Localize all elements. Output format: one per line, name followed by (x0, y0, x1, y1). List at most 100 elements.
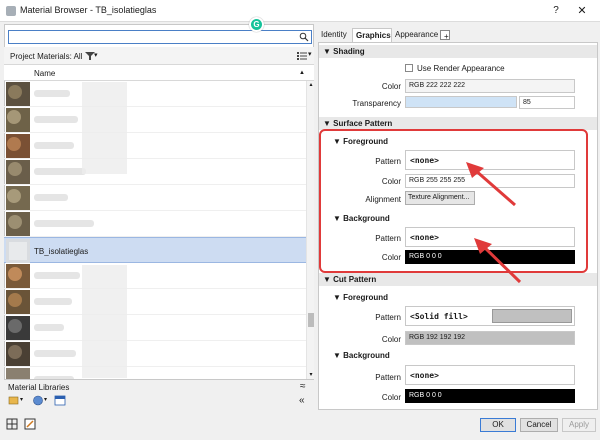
list-item[interactable] (4, 81, 306, 107)
list-item-selected[interactable]: TB_isolatieglas (4, 237, 306, 263)
chevron-down-icon[interactable]: ▾ (308, 50, 312, 58)
window-title: Material Browser - TB_isolatieglas (20, 5, 157, 15)
color-label: Color (381, 82, 401, 91)
list-item[interactable] (4, 185, 306, 211)
material-name-blurred (34, 90, 70, 97)
scroll-thumb[interactable] (308, 313, 314, 327)
background-subheader[interactable]: ▼ Background (331, 349, 589, 362)
material-name: TB_isolatieglas (34, 247, 89, 256)
cut-background-pattern-field[interactable]: <none> (405, 365, 575, 385)
list-item[interactable] (4, 107, 306, 133)
material-name-blurred (34, 220, 94, 227)
scroll-down-icon[interactable]: ▾ (307, 371, 315, 379)
material-name-blurred (34, 116, 78, 123)
material-thumbnail (6, 342, 30, 366)
color-label: Color (381, 335, 401, 344)
chevron-down-icon[interactable]: ▾ (44, 396, 47, 403)
sort-ascending-icon[interactable]: ▲ (299, 70, 305, 76)
app-icon (6, 6, 16, 16)
solid-fill-swatch (492, 309, 572, 323)
material-thumbnail (6, 82, 30, 106)
search-icon[interactable] (299, 32, 309, 42)
bottom-tools (4, 416, 44, 432)
apply-button[interactable]: Apply (562, 418, 596, 432)
material-name-blurred (34, 324, 64, 331)
grammarly-icon[interactable]: G (249, 17, 264, 32)
list-view-icon[interactable] (296, 51, 308, 61)
blurred-region (82, 82, 127, 174)
project-materials-bar: Project Materials: All ▾ ▾ (4, 47, 314, 65)
help-button[interactable]: ? (548, 3, 564, 19)
material-thumbnail (6, 368, 30, 379)
material-thumbnail (6, 290, 30, 314)
material-list: TB_isolatieglas (4, 81, 306, 379)
foreground-subheader[interactable]: ▼ Foreground (331, 291, 589, 304)
edit-icon[interactable] (24, 418, 36, 430)
list-item[interactable] (4, 341, 306, 367)
pattern-value: <Solid fill> (410, 312, 468, 321)
material-name-blurred (34, 350, 76, 357)
title-bar: Material Browser - TB_isolatieglas ? ✕ (0, 0, 600, 22)
add-tab-button[interactable]: + (440, 30, 450, 41)
list-item[interactable] (4, 367, 306, 379)
library-icon[interactable] (8, 395, 20, 406)
chevron-down-icon[interactable]: ▾ (20, 396, 23, 403)
highlight-annotation (319, 129, 588, 273)
column-name-label[interactable]: Name (34, 69, 55, 78)
transparency-label: Transparency (352, 99, 401, 108)
collapse-up-icon[interactable]: ≈ (300, 381, 306, 392)
cut-background-color-field[interactable]: RGB 0 0 0 (405, 389, 575, 403)
cut-pattern-section-header[interactable]: ▼ Cut Pattern (319, 273, 597, 286)
grid-icon[interactable] (6, 418, 18, 430)
project-materials-label: Project Materials: All (10, 52, 83, 61)
material-thumbnail (6, 212, 30, 236)
material-thumbnail (6, 239, 30, 263)
scroll-up-icon[interactable]: ▴ (307, 81, 315, 89)
list-item[interactable] (4, 263, 306, 289)
tab-graphics[interactable]: Graphics (352, 28, 392, 42)
list-column-header[interactable]: Name ▲ (4, 65, 314, 81)
color-label: Color (381, 393, 401, 402)
list-item[interactable] (4, 315, 306, 341)
use-render-appearance-checkbox[interactable] (405, 64, 413, 72)
search-box[interactable] (8, 30, 312, 44)
cut-foreground-color-field[interactable]: RGB 192 192 192 (405, 331, 575, 345)
material-thumbnail (6, 316, 30, 340)
list-item[interactable] (4, 159, 306, 185)
material-libraries-bar: Material Libraries ≈ (4, 379, 314, 393)
subsection-title: Background (343, 351, 390, 360)
list-item[interactable] (4, 211, 306, 237)
transparency-value[interactable]: 85 (519, 96, 575, 109)
tab-appearance[interactable]: Appearance (392, 28, 438, 42)
subsection-title: Foreground (343, 293, 389, 302)
transparency-slider[interactable] (405, 96, 517, 108)
cancel-button[interactable]: Cancel (520, 418, 558, 432)
list-scrollbar[interactable]: ▴ ▾ (306, 81, 314, 379)
material-name-blurred (34, 272, 80, 279)
material-name-blurred (34, 298, 72, 305)
chevron-down-icon[interactable]: ▾ (94, 51, 98, 59)
list-item[interactable] (4, 133, 306, 159)
shading-color-field[interactable]: RGB 222 222 222 (405, 79, 575, 93)
material-name-blurred (34, 168, 86, 175)
pattern-label: Pattern (375, 313, 401, 322)
collapse-left-icon[interactable]: « (299, 395, 305, 406)
search-input[interactable] (9, 31, 297, 43)
shading-section-header[interactable]: ▼ Shading (319, 45, 597, 58)
cut-foreground-pattern-field[interactable]: <Solid fill> (405, 306, 575, 326)
pattern-label: Pattern (375, 373, 401, 382)
tab-identity[interactable]: Identity (318, 28, 352, 42)
ok-button[interactable]: OK (480, 418, 516, 432)
list-item[interactable] (4, 289, 306, 315)
material-name-blurred (34, 194, 68, 201)
material-thumbnail (6, 264, 30, 288)
material-thumbnail (6, 108, 30, 132)
material-thumbnail (6, 134, 30, 158)
section-title: Surface Pattern (333, 119, 393, 128)
material-libraries-label: Material Libraries (8, 383, 70, 392)
material-name-blurred (34, 142, 74, 149)
close-button[interactable]: ✕ (574, 3, 590, 19)
globe-icon[interactable] (32, 395, 44, 406)
use-render-appearance-label: Use Render Appearance (417, 64, 505, 73)
panel-icon[interactable] (54, 395, 66, 406)
